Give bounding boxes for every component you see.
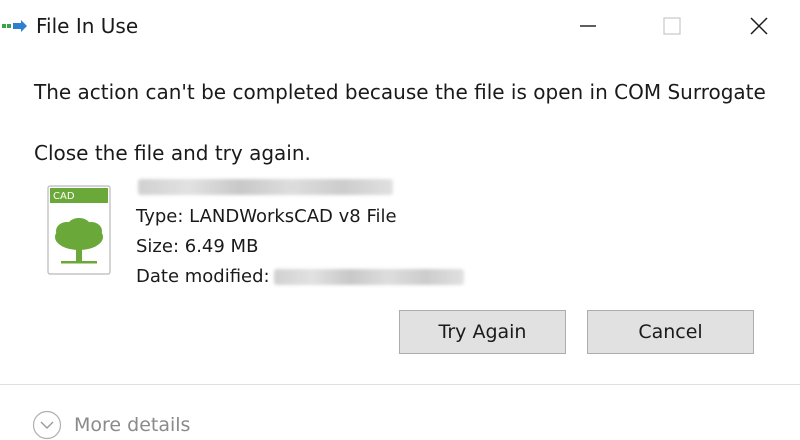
cancel-button[interactable]: Cancel <box>587 310 754 354</box>
close-icon <box>750 17 768 35</box>
date-modified-label: Date modified: <box>136 266 270 287</box>
minimize-button[interactable] <box>544 0 632 52</box>
title-bar[interactable]: File In Use <box>0 0 800 52</box>
minimize-icon <box>580 25 596 27</box>
cad-badge: CAD <box>53 191 75 202</box>
more-details-toggle[interactable]: More details <box>32 408 190 440</box>
try-again-button[interactable]: Try Again <box>399 310 566 354</box>
file-details: Type: LANDWorksCAD v8 File Size: 6.49 MB… <box>136 172 464 292</box>
maximize-icon <box>663 17 681 35</box>
close-button[interactable] <box>715 0 800 52</box>
file-name-redacted <box>138 179 393 195</box>
maximize-button <box>628 0 716 52</box>
file-in-use-dialog: File In Use The action can't be complete… <box>0 0 800 440</box>
tree-document-icon: CAD <box>47 185 111 275</box>
date-modified-redacted <box>273 269 464 285</box>
chevron-down-circle-icon <box>32 410 62 440</box>
file-name-row <box>136 172 464 202</box>
file-type: Type: LANDWorksCAD v8 File <box>136 206 397 227</box>
instruction-text: Close the file and try again. <box>34 141 311 165</box>
file-move-icon <box>2 20 27 32</box>
footer-divider <box>0 384 800 385</box>
window-title: File In Use <box>36 14 139 38</box>
date-modified-row: Date modified: <box>136 262 464 292</box>
error-message: The action can't be completed because th… <box>34 80 766 104</box>
more-details-label: More details <box>74 414 191 436</box>
file-size: Size: 6.49 MB <box>136 236 259 257</box>
